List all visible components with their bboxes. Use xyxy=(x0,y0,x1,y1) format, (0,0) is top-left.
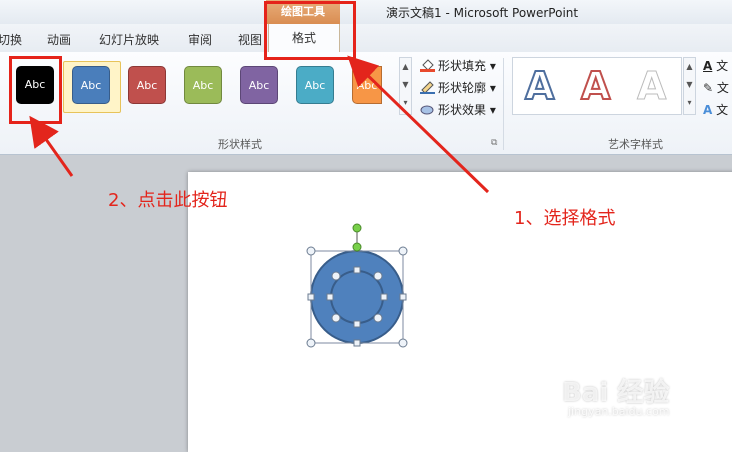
donut-shape[interactable] xyxy=(310,250,404,344)
shape-outline-label: 形状轮廓 xyxy=(438,81,487,95)
scroll-up-icon[interactable]: ▲ xyxy=(400,58,411,76)
window-title: 演示文稿1 - Microsoft PowerPoint xyxy=(386,6,579,20)
resize-handle-e[interactable] xyxy=(399,293,407,301)
text-effects-icon: A xyxy=(703,103,713,117)
text-box-handle-s[interactable] xyxy=(353,320,361,328)
text-box-handle-w[interactable] xyxy=(326,293,334,301)
wordart-style-white[interactable]: A xyxy=(636,64,666,109)
text-outline-label: 文 xyxy=(716,81,729,95)
tab-slideshow[interactable]: 幻灯片放映 xyxy=(99,31,159,48)
resize-handle-nw[interactable] xyxy=(306,246,316,256)
scroll-up-icon[interactable]: ▲ xyxy=(684,58,695,76)
ribbon-tab-row: 切换 动画 幻灯片放映 审阅 视图 xyxy=(0,24,732,53)
tab-review[interactable]: 审阅 xyxy=(188,31,212,48)
rotation-handle[interactable] xyxy=(352,223,362,233)
wordart-gallery[interactable]: A A A xyxy=(512,57,682,115)
text-fill-icon: A xyxy=(703,59,713,73)
text-box-handle-se[interactable] xyxy=(373,313,383,323)
text-fill-label: 文 xyxy=(716,59,729,73)
tab-animations[interactable]: 动画 xyxy=(47,31,71,48)
text-box-handle-e[interactable] xyxy=(380,293,388,301)
resize-handle-w[interactable] xyxy=(307,293,315,301)
gallery-more-icon[interactable]: ▾ xyxy=(400,94,411,112)
resize-handle-ne[interactable] xyxy=(398,246,408,256)
text-outline-icon: ✎ xyxy=(703,81,714,95)
shape-style-blue[interactable]: Abc xyxy=(72,66,110,104)
shape-effects-label: 形状效果 xyxy=(438,103,487,117)
highlight-box-format-tab xyxy=(264,1,356,60)
scroll-down-icon[interactable]: ▼ xyxy=(400,76,411,94)
text-effects-label: 文 xyxy=(716,103,729,117)
shape-style-red[interactable]: Abc xyxy=(128,66,166,104)
baidu-watermark-url: jingyan.baidu.com xyxy=(568,405,670,418)
resize-handle-sw[interactable] xyxy=(306,338,316,348)
text-box-handle-sw[interactable] xyxy=(331,313,341,323)
text-effects-button[interactable]: A 文 xyxy=(703,101,728,118)
annotation-step-1: 1、选择格式 xyxy=(514,208,616,229)
shape-styles-group-label: 形状样式 xyxy=(218,138,262,151)
pencil-icon xyxy=(420,81,435,94)
text-box-handle-nw[interactable] xyxy=(331,271,341,281)
baidu-watermark-logo: Bai 经验 xyxy=(562,378,670,408)
shape-outline-button[interactable]: 形状轮廓 ▾ xyxy=(420,79,496,97)
shape-style-purple[interactable]: Abc xyxy=(240,66,278,104)
gallery-more-icon[interactable]: ▾ xyxy=(684,94,695,112)
shape-style-gallery-scroll[interactable]: ▲ ▼ ▾ xyxy=(399,57,412,115)
dialog-launcher-icon[interactable]: ⧉ xyxy=(491,138,497,148)
text-box-handle-ne[interactable] xyxy=(373,271,383,281)
wordart-style-blue-outline[interactable]: A xyxy=(524,63,555,109)
shape-style-aqua[interactable]: Abc xyxy=(296,66,334,104)
annotation-step-2: 2、点击此按钮 xyxy=(108,190,228,211)
resize-handle-se[interactable] xyxy=(398,338,408,348)
tab-transitions[interactable]: 切换 xyxy=(0,31,22,48)
group-divider xyxy=(503,58,504,150)
wordart-style-red-outline[interactable]: A xyxy=(580,63,611,109)
highlight-box-style-button xyxy=(9,56,62,124)
scroll-down-icon[interactable]: ▼ xyxy=(684,76,695,94)
tab-view[interactable]: 视图 xyxy=(238,31,262,48)
wordart-styles-group-label: 艺术字样式 xyxy=(608,138,663,151)
shape-effects-icon xyxy=(420,105,434,115)
text-outline-button[interactable]: ✎ 文 xyxy=(703,79,729,96)
paint-bucket-icon xyxy=(420,59,435,72)
ribbon: Abc Abc Abc Abc Abc Abc Abc ▲ ▼ ▾ 形状填充 ▾… xyxy=(0,52,732,155)
title-bar: 演示文稿1 - Microsoft PowerPoint xyxy=(0,0,732,24)
shape-fill-button[interactable]: 形状填充 ▾ xyxy=(420,57,496,75)
shape-fill-label: 形状填充 xyxy=(438,59,487,73)
text-box-handle-n[interactable] xyxy=(353,266,361,274)
shape-effects-button[interactable]: 形状效果 ▾ xyxy=(420,101,496,119)
resize-handle-s[interactable] xyxy=(353,339,361,347)
adjust-handle[interactable] xyxy=(352,242,362,252)
shape-style-orange[interactable]: Abc xyxy=(352,66,382,104)
shape-style-green[interactable]: Abc xyxy=(184,66,222,104)
wordart-gallery-scroll[interactable]: ▲ ▼ ▾ xyxy=(683,57,696,115)
text-fill-button[interactable]: A 文 xyxy=(703,57,728,74)
